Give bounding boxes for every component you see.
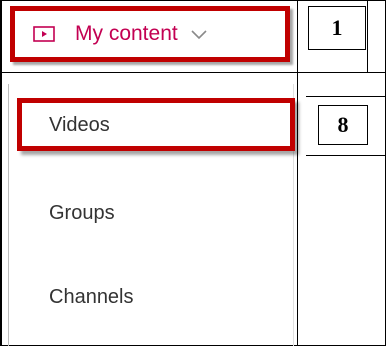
callout-box-8: 8 bbox=[306, 96, 386, 156]
my-content-label: My content bbox=[75, 22, 178, 45]
menu-item-channels[interactable]: Channels bbox=[49, 286, 134, 309]
video-icon bbox=[33, 26, 55, 42]
navigation-panel: My content Videos Groups Channels bbox=[0, 0, 298, 346]
videos-highlight-box bbox=[17, 98, 295, 151]
divider bbox=[0, 72, 386, 73]
step-number-8: 8 bbox=[318, 105, 368, 145]
callout-box-1: 1 bbox=[298, 0, 368, 72]
step-number-1: 1 bbox=[308, 6, 366, 50]
menu-item-groups[interactable]: Groups bbox=[49, 202, 115, 225]
my-content-dropdown-button[interactable]: My content bbox=[10, 6, 290, 62]
chevron-down-icon bbox=[191, 30, 207, 40]
